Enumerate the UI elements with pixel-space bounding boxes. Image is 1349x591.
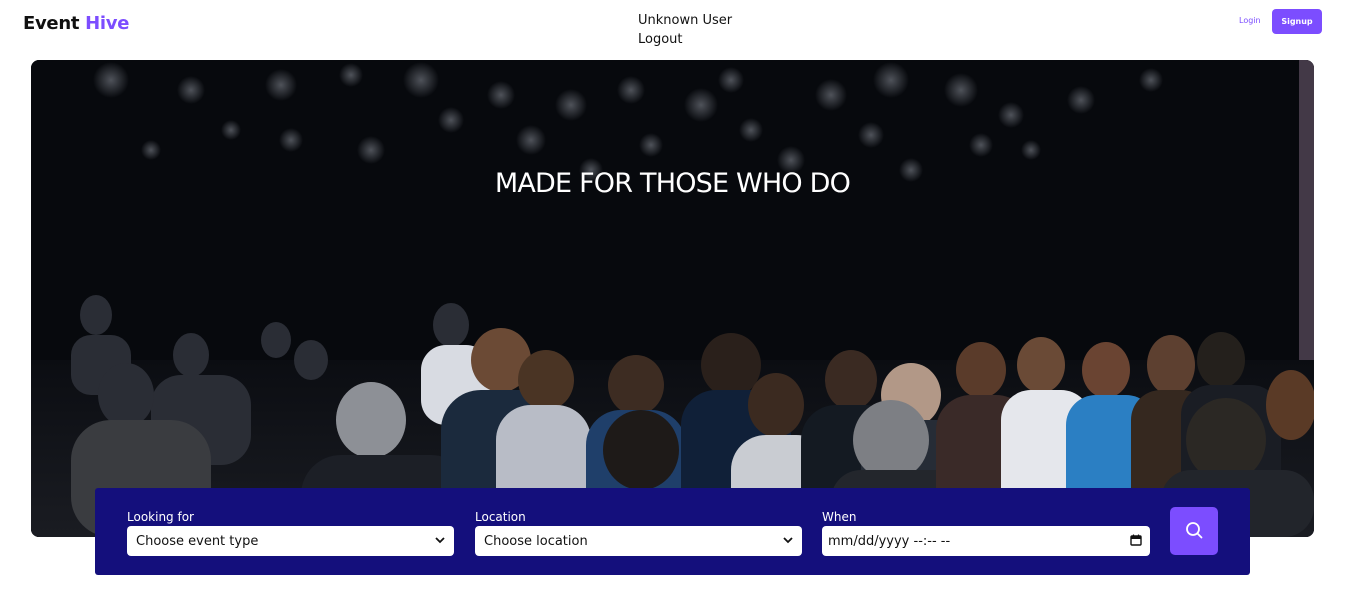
search-button[interactable] [1170, 507, 1218, 555]
brand-name-part2: Hive [85, 13, 130, 34]
hero-title: MADE FOR THOSE WHO DO [494, 168, 851, 199]
location-value: Choose location [484, 534, 588, 549]
hero-image [31, 60, 1314, 537]
chevron-down-icon [435, 537, 445, 544]
brand-name-part1: Event [23, 13, 80, 34]
event-type-value: Choose event type [136, 534, 259, 549]
logout-link[interactable]: Logout [638, 30, 732, 49]
hero-banner: MADE FOR THOSE WHO DO [31, 60, 1314, 537]
location-select[interactable]: Choose location [475, 526, 802, 556]
user-name: Unknown User [638, 13, 733, 28]
signup-button[interactable]: Signup [1272, 9, 1322, 34]
looking-for-label: Looking for [127, 510, 194, 524]
user-block: Unknown User Logout [638, 11, 732, 49]
calendar-icon[interactable] [1130, 534, 1142, 546]
chevron-down-icon [783, 537, 793, 544]
when-label: When [822, 510, 857, 524]
datetime-input[interactable]: mm/dd/yyyy --:-- -- [822, 526, 1150, 556]
brand-logo[interactable]: Event Hive [23, 13, 129, 34]
search-panel: Looking for Choose event type Location C… [95, 488, 1250, 575]
event-type-select[interactable]: Choose event type [127, 526, 454, 556]
login-link[interactable]: Login [1239, 16, 1261, 25]
location-label: Location [475, 510, 526, 524]
search-icon [1186, 522, 1203, 539]
datetime-value: mm/dd/yyyy --:-- -- [828, 534, 951, 549]
